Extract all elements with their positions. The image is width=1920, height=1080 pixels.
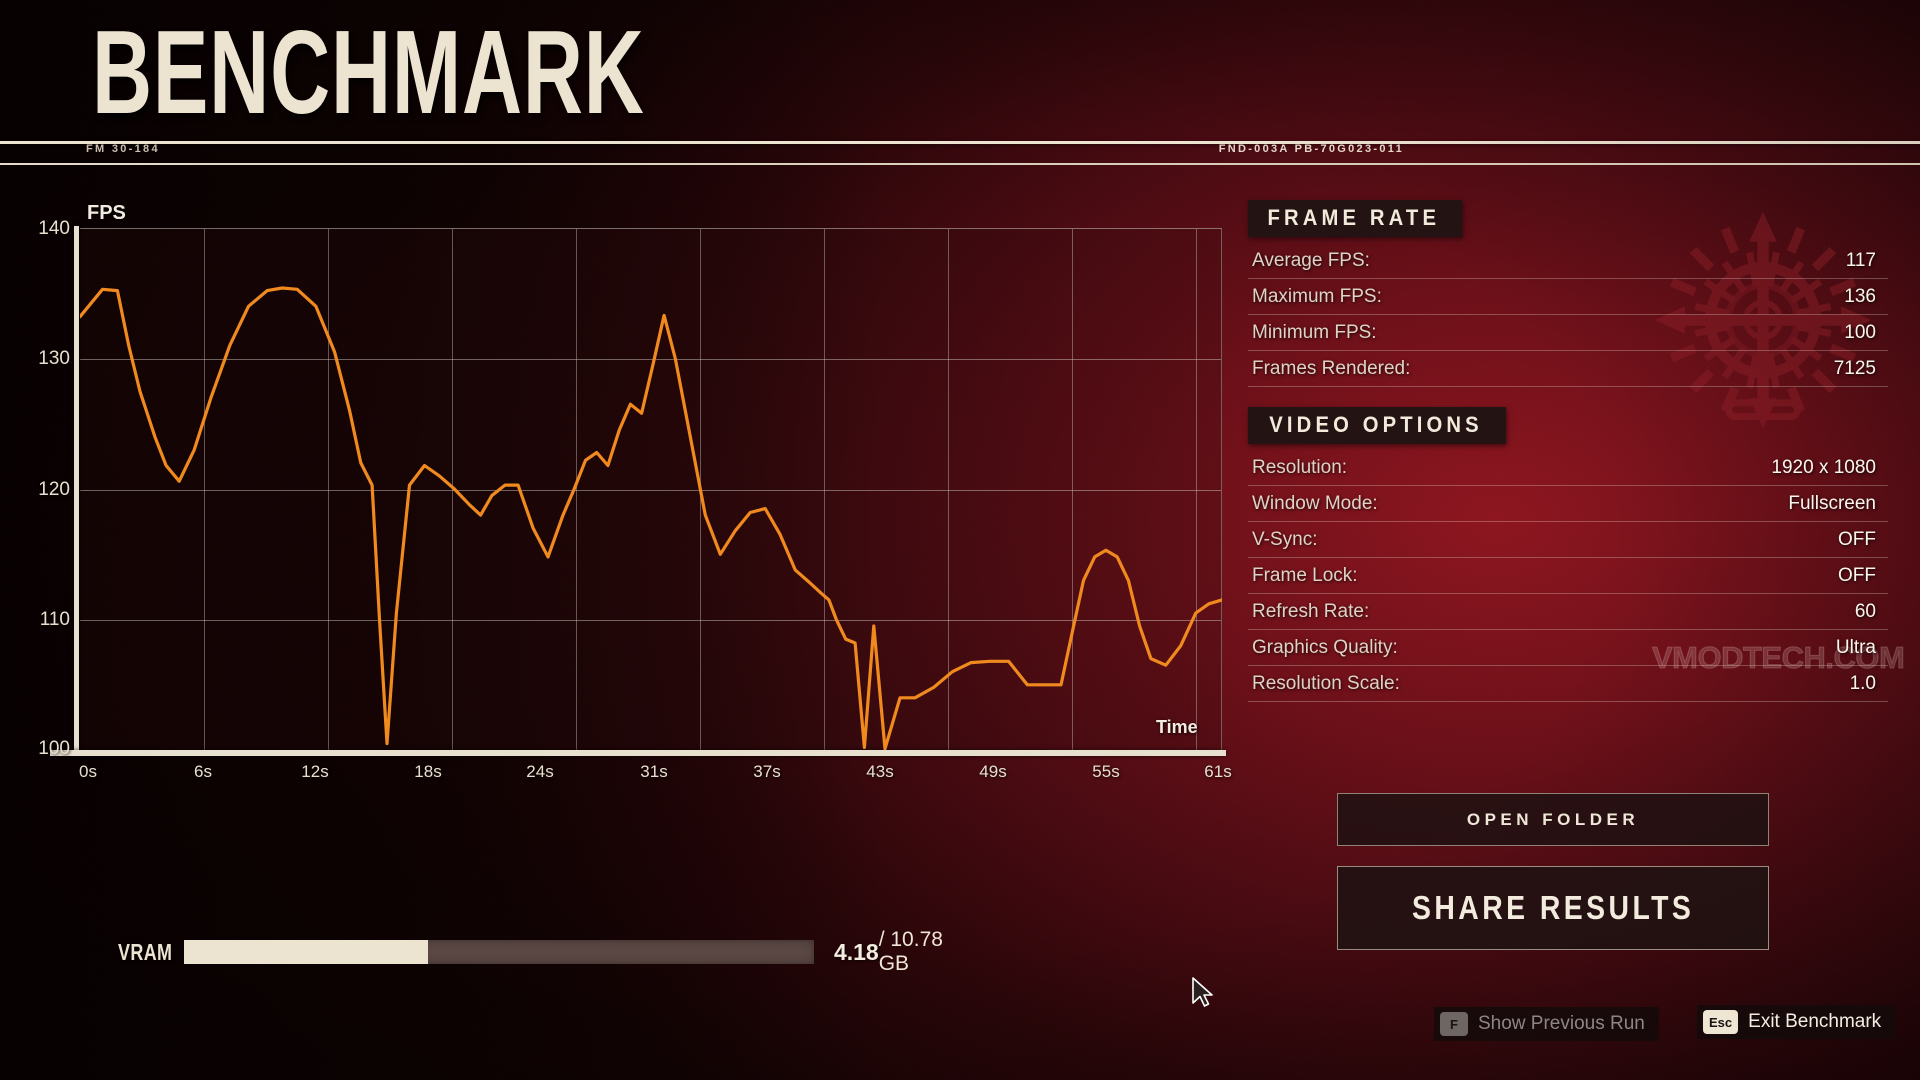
video-option-value: OFF <box>1838 564 1876 586</box>
frame-rate-row: Minimum FPS: 100 <box>1248 315 1888 351</box>
frame-rate-key: Minimum FPS: <box>1252 321 1377 343</box>
y-tick-label-130: 130 <box>38 348 70 369</box>
vram-progress-fill <box>184 940 429 964</box>
frame-rate-row: Maximum FPS: 136 <box>1248 279 1888 315</box>
fps-line-series <box>80 286 1222 750</box>
vram-separator: / <box>878 928 891 951</box>
video-option-key: Resolution Scale: <box>1252 672 1400 694</box>
header-code-left: FM 30-184 <box>86 143 160 155</box>
video-option-value: Ultra <box>1835 636 1876 658</box>
key-esc-icon: Esc <box>1703 1010 1739 1034</box>
x-tick-label-9: 55s <box>1092 762 1120 781</box>
vram-meter: VRAM 4.18 / 10.78 GB <box>118 928 978 975</box>
vram-total-value: / 10.78 GB <box>879 928 978 976</box>
frame-rate-rows: Average FPS: 117 Maximum FPS: 136 Minimum FP… <box>1248 243 1888 387</box>
x-tick-label-7: 43s <box>866 762 894 781</box>
chart-x-axis <box>50 750 1226 756</box>
show-previous-run-label: Show Previous Run <box>1478 1013 1645 1034</box>
chart-y-axis-label: FPS <box>87 202 126 224</box>
video-option-key: Window Mode: <box>1252 492 1378 514</box>
video-option-value: OFF <box>1838 528 1876 550</box>
frame-rate-section-title: FRAME RATE <box>1248 200 1462 237</box>
x-tick-label-0: 0s <box>79 762 97 781</box>
frame-rate-value: 117 <box>1845 249 1876 271</box>
video-option-row: Frame Lock: OFF <box>1248 558 1888 594</box>
chart-y-axis <box>74 226 79 754</box>
x-tick-label-10: 61s <box>1204 762 1232 781</box>
video-option-value: 1.0 <box>1849 672 1876 694</box>
video-option-key: V-Sync: <box>1252 528 1318 550</box>
video-options-section-title-text: VIDEO OPTIONS <box>1269 412 1483 437</box>
show-previous-run-hint[interactable]: F Show Previous Run <box>1434 1007 1659 1041</box>
y-tick-label-100: 100 <box>38 738 70 759</box>
frame-rate-section: FRAME RATE Average FPS: 117 Maximum FPS: 13… <box>1248 200 1888 387</box>
video-option-value: Fullscreen <box>1788 492 1876 514</box>
share-results-button[interactable]: SHARE RESULTS <box>1337 866 1769 950</box>
header-divider-secondary <box>0 163 1920 165</box>
video-option-key: Resolution: <box>1252 456 1348 478</box>
y-tick-label-120: 120 <box>38 479 70 500</box>
video-options-section: VIDEO OPTIONS Resolution: 1920 x 1080 Wind… <box>1248 407 1888 702</box>
page-header: BENCHMARK FM 30-184 FND-003A PB-70G023-0… <box>0 0 1920 165</box>
vram-label: VRAM <box>118 938 173 965</box>
vram-progress-bar <box>184 940 814 964</box>
vram-used-value: 4.18 <box>833 938 879 965</box>
video-option-row: Resolution: 1920 x 1080 <box>1248 450 1888 486</box>
x-tick-label-8: 49s <box>979 762 1007 781</box>
frame-rate-section-title-text: FRAME RATE <box>1267 205 1441 230</box>
video-options-rows: Resolution: 1920 x 1080 Window Mode: Fullsc… <box>1248 450 1888 702</box>
video-option-value: 60 <box>1854 600 1876 622</box>
y-tick-label-140: 140 <box>38 218 70 239</box>
frame-rate-row: Frames Rendered: 7125 <box>1248 351 1888 387</box>
frame-rate-value: 100 <box>1844 321 1876 343</box>
share-results-button-label: SHARE RESULTS <box>1411 889 1695 926</box>
page-title: BENCHMARK <box>92 6 645 140</box>
x-tick-label-3: 18s <box>414 762 442 781</box>
x-tick-label-2: 12s <box>301 762 329 781</box>
video-option-key: Graphics Quality: <box>1252 636 1398 658</box>
results-panel: VMODTECH.COM FRAME RATE Average FPS: 117 M… <box>1248 200 1905 702</box>
frame-rate-key: Average FPS: <box>1252 249 1370 271</box>
video-option-row: Resolution Scale: 1.0 <box>1248 666 1888 702</box>
x-tick-label-5: 31s <box>640 762 668 781</box>
open-folder-button[interactable]: OPEN FOLDER <box>1337 793 1769 846</box>
exit-benchmark-hint[interactable]: Esc Exit Benchmark <box>1697 1005 1896 1039</box>
frame-rate-key: Maximum FPS: <box>1252 285 1382 307</box>
video-option-row: Window Mode: Fullscreen <box>1248 486 1888 522</box>
exit-benchmark-label: Exit Benchmark <box>1748 1011 1882 1032</box>
video-option-value: 1920 x 1080 <box>1771 456 1876 478</box>
frame-rate-value: 136 <box>1844 285 1876 307</box>
y-tick-label-110: 110 <box>39 609 70 630</box>
video-options-section-title: VIDEO OPTIONS <box>1248 407 1507 444</box>
key-f-icon: F <box>1440 1012 1468 1036</box>
frame-rate-key: Frames Rendered: <box>1252 357 1411 379</box>
header-divider-primary <box>0 141 1920 144</box>
video-option-row: Refresh Rate: 60 <box>1248 594 1888 630</box>
frame-rate-row: Average FPS: 117 <box>1248 243 1888 279</box>
x-tick-label-6: 37s <box>753 762 781 781</box>
x-tick-label-1: 6s <box>194 762 212 781</box>
video-option-key: Refresh Rate: <box>1252 600 1370 622</box>
x-tick-label-4: 24s <box>526 762 554 781</box>
chart-x-axis-label: Time <box>1156 717 1198 737</box>
header-code-right: FND-003A PB-70G023-011 <box>1218 143 1404 155</box>
video-option-key: Frame Lock: <box>1252 564 1358 586</box>
fps-chart: FPS Time 140 130 120 110 100 0s 6s 12s 1… <box>0 170 1250 810</box>
video-option-row: Graphics Quality: Ultra <box>1248 630 1888 666</box>
video-option-row: V-Sync: OFF <box>1248 522 1888 558</box>
frame-rate-value: 7125 <box>1833 357 1876 379</box>
